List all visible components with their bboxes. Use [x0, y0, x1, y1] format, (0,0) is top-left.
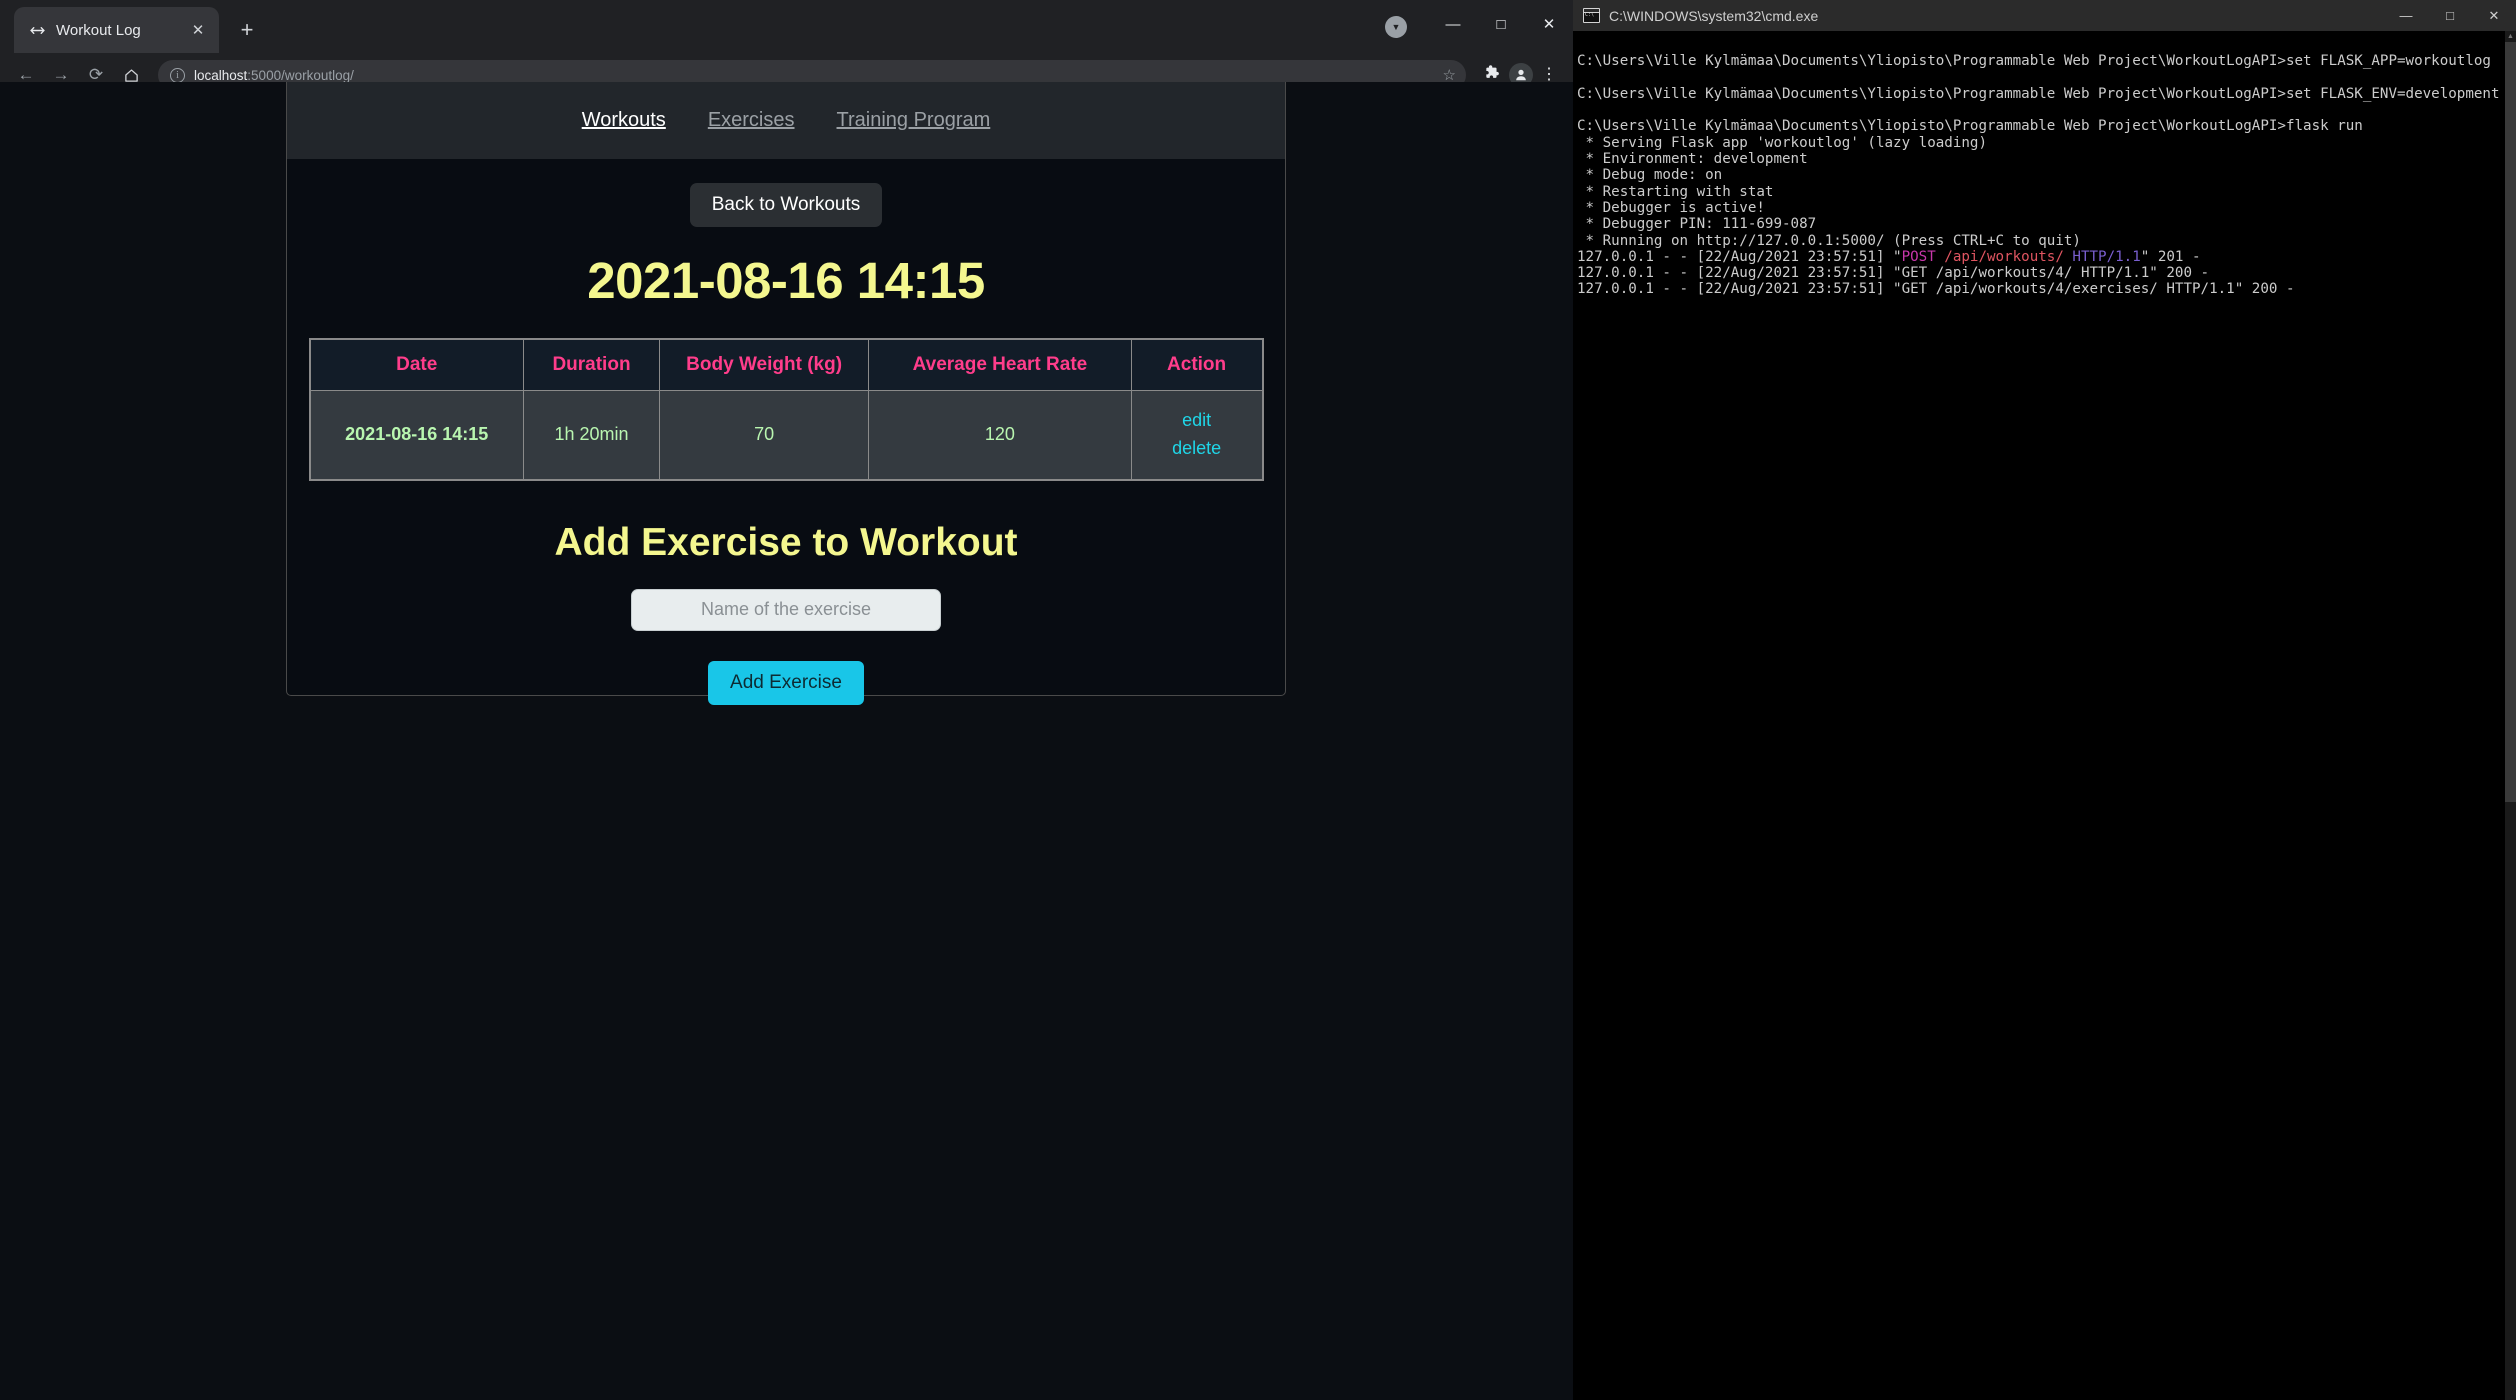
terminal-line: * Debug mode: on [1577, 167, 1723, 184]
exercise-name-input[interactable] [631, 588, 941, 631]
content-card: Workouts Exercises Training Program Back… [286, 82, 1286, 705]
add-exercise-heading: Add Exercise to Workout [554, 520, 1018, 564]
table-body: 2021-08-16 14:15 1h 20min 70 120 edit de… [309, 389, 1264, 481]
browser-tab[interactable]: Workout Log ✕ [14, 7, 219, 53]
log-protocol: HTTP/1.1 [2063, 248, 2141, 265]
col-header-avg-heart-rate: Average Heart Rate [868, 338, 1132, 391]
cell-duration: 1h 20min [522, 389, 661, 481]
cell-action: edit delete [1130, 389, 1264, 481]
terminal-window: C:\ C:\WINDOWS\system32\cmd.exe — □ ✕ C:… [1573, 0, 2516, 1400]
terminal-log-post-line: 127.0.0.1 - - [22/Aug/2021 23:57:51] "PO… [1577, 249, 2516, 265]
terminal-line: C:\Users\Ville Kylmämaa\Documents\Yliopi… [1577, 53, 2491, 70]
terminal-titlebar[interactable]: C:\ C:\WINDOWS\system32\cmd.exe — □ ✕ [1573, 0, 2516, 31]
table-head: Date Duration Body Weight (kg) Average H… [309, 338, 1264, 391]
nav-item-workouts[interactable]: Workouts [582, 109, 666, 132]
col-header-date: Date [309, 338, 524, 391]
tab-strip: Workout Log ✕ + ▼ — □ ✕ [0, 0, 1573, 53]
terminal-line: * Debugger PIN: 111-699-087 [1577, 216, 1817, 233]
terminal-log-line: 127.0.0.1 - - [22/Aug/2021 23:57:51] "GE… [1577, 281, 2295, 298]
scroll-up-icon[interactable]: ▲ [2505, 31, 2516, 42]
new-tab-button[interactable]: + [227, 10, 267, 50]
cell-avg-heart-rate: 120 [868, 389, 1132, 481]
terminal-line: C:\Users\Ville Kylmämaa\Documents\Yliopi… [1577, 118, 2363, 135]
close-button[interactable]: ✕ [1525, 0, 1573, 48]
terminal-close-button[interactable]: ✕ [2472, 0, 2516, 31]
log-suffix: " 201 - [2140, 248, 2201, 265]
url-path: :5000/workoutlog/ [247, 67, 354, 83]
maximize-button[interactable]: □ [1477, 0, 1525, 48]
log-path: /api/workouts/ [1935, 248, 2064, 265]
terminal-window-controls: — □ ✕ [2384, 0, 2516, 31]
terminal-line: * Serving Flask app 'workoutlog' (lazy l… [1577, 134, 1987, 151]
screen: Workout Log ✕ + ▼ — □ ✕ ← → ⟳ i localhos… [0, 0, 2516, 1400]
table-header-row: Date Duration Body Weight (kg) Average H… [309, 338, 1264, 391]
terminal-log-line: 127.0.0.1 - - [22/Aug/2021 23:57:51] "GE… [1577, 265, 2210, 282]
site-nav: Workouts Exercises Training Program [287, 82, 1285, 159]
terminal-line: * Debugger is active! [1577, 199, 1765, 216]
url-host: localhost [194, 67, 248, 83]
close-icon[interactable]: ✕ [187, 19, 209, 41]
table-row: 2021-08-16 14:15 1h 20min 70 120 edit de… [309, 389, 1264, 481]
nav-item-exercises[interactable]: Exercises [708, 109, 795, 132]
workout-table: Date Duration Body Weight (kg) Average H… [308, 338, 1264, 481]
cell-body-weight: 70 [659, 389, 870, 481]
browser-window-controls: ▼ — □ ✕ [1385, 0, 1573, 48]
terminal-maximize-button[interactable]: □ [2428, 0, 2472, 31]
url-text: localhost:5000/workoutlog/ [194, 68, 1434, 83]
terminal-line: C:\Users\Ville Kylmämaa\Documents\Yliopi… [1577, 85, 2500, 102]
col-header-body-weight: Body Weight (kg) [659, 338, 870, 391]
log-prefix: 127.0.0.1 - - [22/Aug/2021 23:57:51] " [1577, 248, 1902, 265]
back-to-workouts-button[interactable]: Back to Workouts [689, 183, 883, 227]
minimize-button[interactable]: — [1429, 0, 1477, 48]
edit-link[interactable]: edit [1138, 407, 1256, 435]
terminal-line: * Running on http://127.0.0.1:5000/ (Pre… [1577, 232, 2081, 249]
terminal-scrollbar[interactable]: ▲ [2505, 31, 2516, 1400]
scrollbar-thumb[interactable] [2505, 42, 2516, 802]
page-title: 2021-08-16 14:15 [587, 252, 985, 309]
tab-title: Workout Log [56, 21, 141, 39]
add-exercise-button[interactable]: Add Exercise [708, 660, 864, 705]
browser-menu-icon[interactable]: ⋮ [1535, 67, 1563, 82]
terminal-output[interactable]: C:\Users\Ville Kylmämaa\Documents\Yliopi… [1573, 31, 2516, 1400]
log-method: POST [1901, 248, 1936, 265]
cell-date: 2021-08-16 14:15 [309, 389, 524, 481]
col-header-duration: Duration [522, 338, 661, 391]
terminal-line: * Restarting with stat [1577, 183, 1774, 200]
delete-link[interactable]: delete [1138, 435, 1256, 463]
page-viewport: Workouts Exercises Training Program Back… [0, 82, 1573, 1400]
site-info-icon[interactable]: i [170, 67, 185, 83]
dumbbell-icon [28, 21, 46, 39]
terminal-line: * Environment: development [1577, 151, 1808, 168]
terminal-minimize-button[interactable]: — [2384, 0, 2428, 31]
page-body: Back to Workouts 2021-08-16 14:15 Date D… [287, 159, 1285, 705]
browser-window: Workout Log ✕ + ▼ — □ ✕ ← → ⟳ i localhos… [0, 0, 1573, 1400]
download-update-icon[interactable]: ▼ [1385, 16, 1407, 38]
nav-item-training-program[interactable]: Training Program [837, 109, 991, 132]
cmd-icon: C:\ [1583, 8, 1600, 23]
terminal-title: C:\WINDOWS\system32\cmd.exe [1609, 7, 1819, 24]
col-header-action: Action [1130, 338, 1264, 391]
